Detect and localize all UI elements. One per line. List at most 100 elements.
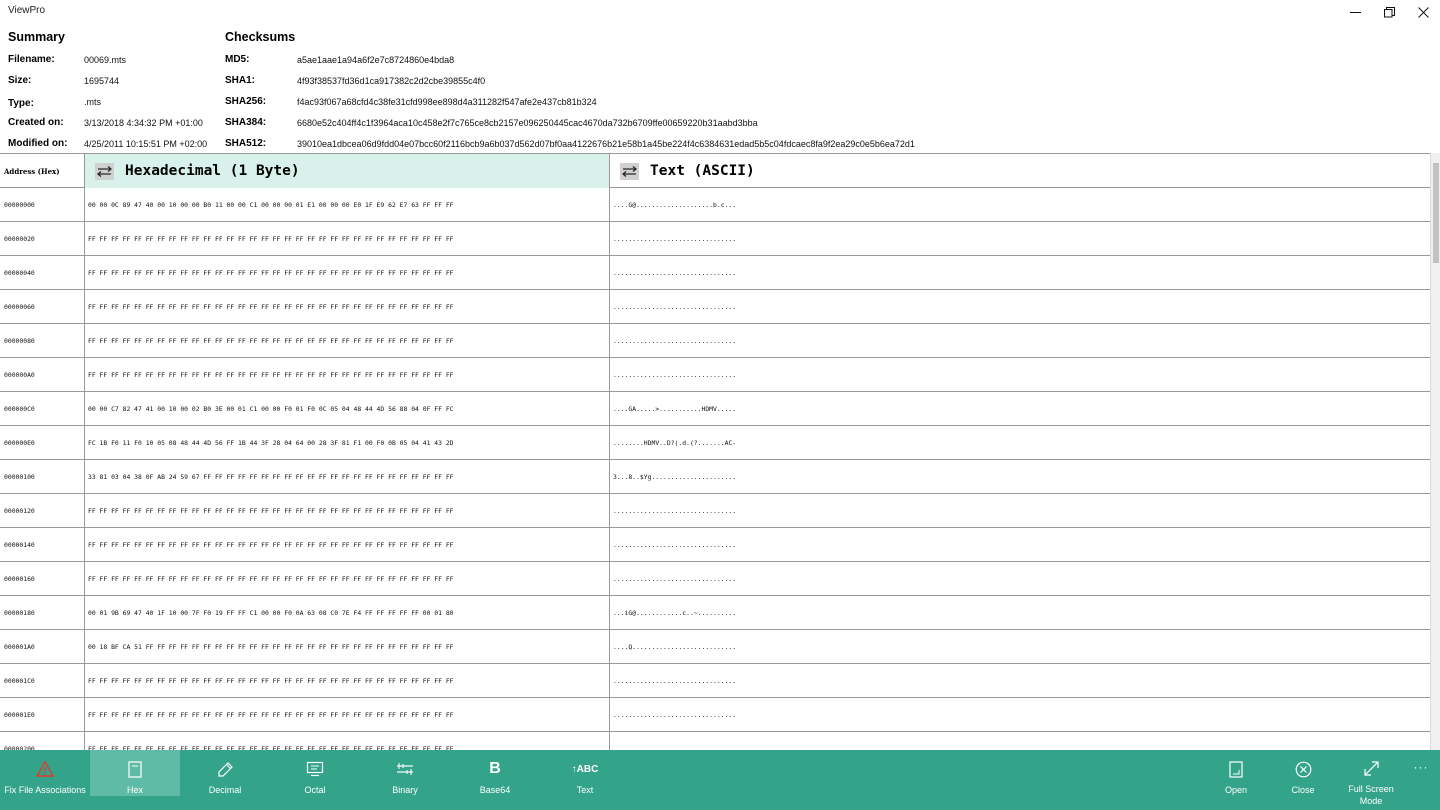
minimize-button[interactable] bbox=[1338, 0, 1372, 24]
hex-cell: FF FF FF FF FF FF FF FF FF FF FF FF FF F… bbox=[85, 494, 610, 528]
close-label: Close bbox=[1291, 785, 1315, 795]
address-cell: 00000160 bbox=[0, 562, 85, 596]
close-icon bbox=[1417, 6, 1429, 18]
text-cell: 3...8..$Yg...................... bbox=[613, 473, 737, 481]
octal-view-button[interactable]: Octal bbox=[270, 750, 360, 796]
text-cell: ........HDMV..D?(.d.(?.......AC- bbox=[613, 439, 737, 447]
address-cell: 00000180 bbox=[0, 596, 85, 630]
minimize-icon bbox=[1349, 11, 1361, 13]
binary-view-button[interactable]: Binary bbox=[360, 750, 450, 796]
warning-icon bbox=[36, 760, 54, 778]
created-value: 3/13/2018 4:34:32 PM +01:00 bbox=[84, 118, 203, 128]
table-row[interactable]: 00000100 33 81 03 04 38 0F AB 24 59 67 FF… bbox=[0, 460, 1430, 494]
created-label: Created on: bbox=[8, 117, 64, 128]
table-row[interactable]: 00000160 FF FF FF FF FF FF FF FF FF FF FF… bbox=[0, 562, 1430, 596]
hex-cell: 00 18 BF CA 51 FF FF FF FF FF FF FF FF F… bbox=[85, 630, 610, 664]
address-cell: 00000080 bbox=[0, 324, 85, 358]
ruler-icon bbox=[396, 760, 414, 778]
hex-label: Hex bbox=[126, 785, 143, 795]
base64-label: Base64 bbox=[479, 785, 511, 795]
hex-cell: FF FF FF FF FF FF FF FF FF FF FF FF FF F… bbox=[85, 290, 610, 324]
restore-icon bbox=[1383, 6, 1395, 17]
base64-view-button[interactable]: B Base64 bbox=[450, 750, 540, 796]
text-view-button[interactable]: ↑ABC Text bbox=[540, 750, 630, 796]
table-row[interactable]: 000000C0 00 00 C7 82 47 41 00 10 00 02 B0… bbox=[0, 392, 1430, 426]
filename-label: Filename: bbox=[8, 54, 55, 65]
fix-file-associations-button[interactable]: Fix File Associations bbox=[0, 750, 90, 796]
size-label: Size: bbox=[8, 75, 32, 86]
table-row[interactable]: 00000140 FF FF FF FF FF FF FF FF FF FF FF… bbox=[0, 528, 1430, 562]
hex-cell: FC 1B F0 11 F0 10 05 08 48 44 4D 56 FF 1… bbox=[85, 426, 610, 460]
table-row[interactable]: 00000080 FF FF FF FF FF FF FF FF FF FF FF… bbox=[0, 324, 1430, 358]
checksums-heading: Checksums bbox=[225, 30, 296, 44]
table-row[interactable]: 000000A0 FF FF FF FF FF FF FF FF FF FF FF… bbox=[0, 358, 1430, 392]
open-button[interactable]: Open bbox=[1206, 750, 1266, 796]
hex-cell: 00 01 9B 69 47 40 1F 10 00 7F F0 19 FF F… bbox=[85, 596, 610, 630]
vertical-scrollbar[interactable] bbox=[1430, 153, 1440, 750]
address-cell: 00000060 bbox=[0, 290, 85, 324]
grid-header: Address (Hex) Hexadecimal (1 Byte) Text … bbox=[0, 154, 1430, 188]
close-window-button[interactable] bbox=[1406, 0, 1440, 24]
scrollbar-thumb[interactable] bbox=[1433, 163, 1439, 263]
table-row[interactable]: 00000060 FF FF FF FF FF FF FF FF FF FF FF… bbox=[0, 290, 1430, 324]
hex-cell: 33 81 03 04 38 0F AB 24 59 67 FF FF FF F… bbox=[85, 460, 610, 494]
hex-grid[interactable]: Address (Hex) Hexadecimal (1 Byte) Text … bbox=[0, 153, 1430, 750]
pencil-icon bbox=[217, 760, 234, 778]
table-row[interactable]: 00000020 FF FF FF FF FF FF FF FF FF FF FF… bbox=[0, 222, 1430, 256]
size-value: 1695744 bbox=[84, 76, 120, 86]
swap-text-encoding-button[interactable] bbox=[620, 162, 639, 180]
restore-button[interactable] bbox=[1372, 0, 1406, 24]
table-row[interactable]: 00000200 FF FF FF FF FF FF FF FF FF FF FF… bbox=[0, 732, 1430, 750]
hex-cell: FF FF FF FF FF FF FF FF FF FF FF FF FF F… bbox=[85, 732, 610, 750]
text-cell: ....G@....................b.c... bbox=[613, 201, 737, 209]
table-row[interactable]: 000000E0 FC 1B F0 11 F0 10 05 08 48 44 4D… bbox=[0, 426, 1430, 460]
text-cell: ................................ bbox=[613, 337, 737, 345]
table-row[interactable]: 000001E0 FF FF FF FF FF FF FF FF FF FF FF… bbox=[0, 698, 1430, 732]
full-screen-label-line1: Full Screen bbox=[1348, 784, 1394, 794]
text-cell: ....GA.....>...........HDMV..... bbox=[613, 405, 737, 413]
table-row[interactable]: 00000180 00 01 9B 69 47 40 1F 10 00 7F F0… bbox=[0, 596, 1430, 630]
text-abc-icon: ↑ABC bbox=[571, 763, 599, 775]
monitor-icon bbox=[306, 760, 324, 778]
swap-hex-format-button[interactable] bbox=[95, 162, 114, 180]
hex-cell: FF FF FF FF FF FF FF FF FF FF FF FF FF F… bbox=[85, 562, 610, 596]
hex-view-button[interactable]: Hex bbox=[90, 750, 180, 796]
close-file-button[interactable]: Close bbox=[1273, 750, 1333, 796]
hex-cell: 00 00 C7 82 47 41 00 10 00 02 B0 3E 00 0… bbox=[85, 392, 610, 426]
summary-heading: Summary bbox=[8, 30, 65, 44]
table-row[interactable]: 000001C0 FF FF FF FF FF FF FF FF FF FF FF… bbox=[0, 664, 1430, 698]
hex-cell: FF FF FF FF FF FF FF FF FF FF FF FF FF F… bbox=[85, 256, 610, 290]
table-row[interactable]: 00000040 FF FF FF FF FF FF FF FF FF FF FF… bbox=[0, 256, 1430, 290]
document-icon bbox=[128, 760, 142, 778]
text-column-header: Text (ASCII) bbox=[610, 154, 1430, 188]
hex-column-title: Hexadecimal (1 Byte) bbox=[125, 163, 300, 179]
close-circle-icon bbox=[1295, 760, 1312, 778]
filename-value: 00069.mts bbox=[84, 55, 127, 65]
swap-arrows-icon bbox=[622, 165, 637, 177]
open-file-icon bbox=[1228, 760, 1244, 778]
type-value: .mts bbox=[84, 97, 101, 107]
open-label: Open bbox=[1224, 785, 1248, 795]
text-cell: ................................ bbox=[613, 575, 737, 583]
text-cell: ................................ bbox=[613, 541, 737, 549]
table-row[interactable]: 000001A0 00 18 BF CA 51 FF FF FF FF FF FF… bbox=[0, 630, 1430, 664]
text-column-title: Text (ASCII) bbox=[650, 163, 755, 179]
full-screen-mode-button[interactable]: Full Screen Mode bbox=[1336, 750, 1406, 806]
md5-value: a5ae1aae1a94a6f2e7c8724860e4bda8 bbox=[297, 55, 455, 65]
address-cell: 00000100 bbox=[0, 460, 85, 494]
hex-cell: FF FF FF FF FF FF FF FF FF FF FF FF FF F… bbox=[85, 324, 610, 358]
command-bar: Fix File Associations Hex Decimal Octal … bbox=[0, 750, 1440, 810]
sha1-label: SHA1: bbox=[225, 75, 256, 86]
modified-value: 4/25/2011 10:15:51 PM +02:00 bbox=[84, 139, 208, 149]
md5-label: MD5: bbox=[225, 54, 250, 65]
decimal-label: Decimal bbox=[208, 785, 242, 795]
address-cell: 000000E0 bbox=[0, 426, 85, 460]
sha384-value: 6680e52c404ff4c1f3964aca10c458e2f7c765ce… bbox=[297, 118, 758, 128]
hex-column-header: Hexadecimal (1 Byte) bbox=[85, 154, 610, 188]
table-row[interactable]: 00000120 FF FF FF FF FF FF FF FF FF FF FF… bbox=[0, 494, 1430, 528]
address-cell: 000000C0 bbox=[0, 392, 85, 426]
more-options-button[interactable]: ··· bbox=[1408, 760, 1434, 774]
decimal-view-button[interactable]: Decimal bbox=[180, 750, 270, 796]
table-row[interactable]: 00000000 00 00 0C 89 47 40 00 10 00 00 B0… bbox=[0, 188, 1430, 222]
sha1-value: 4f93f38537fd36d1ca917382c2d2cbe39855c4f0 bbox=[297, 76, 486, 86]
